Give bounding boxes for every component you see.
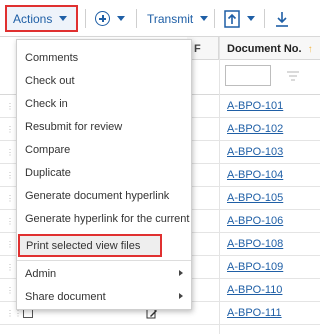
document-link[interactable]: A-BPO-109 <box>227 261 283 273</box>
document-link[interactable]: A-BPO-102 <box>227 123 283 135</box>
document-link[interactable]: A-BPO-106 <box>227 215 283 227</box>
download-button[interactable] <box>274 0 290 37</box>
menu-item-generate-document-hyperlink[interactable]: Generate document hyperlink <box>17 184 191 207</box>
document-link[interactable]: A-BPO-110 <box>227 284 282 296</box>
upload-button[interactable] <box>224 0 255 37</box>
document-link[interactable]: A-BPO-101 <box>227 100 283 112</box>
toolbar-divider <box>264 9 265 28</box>
menu-item-admin[interactable]: Admin <box>17 262 191 285</box>
document-link[interactable]: A-BPO-111 <box>227 307 282 319</box>
actions-button[interactable]: Actions <box>5 5 78 32</box>
sort-icon: ↑ <box>307 44 313 55</box>
toolbar: Actions Transmit <box>0 0 320 37</box>
chevron-down-icon <box>117 16 125 21</box>
menu-item-duplicate[interactable]: Duplicate <box>17 161 191 184</box>
toolbar-divider <box>85 9 86 28</box>
chevron-down-icon <box>200 16 209 21</box>
download-icon <box>276 11 288 27</box>
filter-icon[interactable] <box>287 71 299 81</box>
document-link[interactable]: A-BPO-108 <box>227 238 283 250</box>
add-button[interactable] <box>95 0 125 37</box>
menu-item-check-out[interactable]: Check out <box>17 69 191 92</box>
add-circle-icon <box>95 11 110 26</box>
chevron-right-icon <box>179 293 183 299</box>
menu-item-compare[interactable]: Compare <box>17 138 191 161</box>
menu-item-comments[interactable]: Comments <box>17 46 191 69</box>
share-document-label: Share document <box>25 290 106 303</box>
document-link[interactable]: A-BPO-103 <box>227 146 283 158</box>
menu-item-generate-hyperlink-current[interactable]: Generate hyperlink for the current r... <box>17 207 191 230</box>
toolbar-divider <box>214 9 215 28</box>
chevron-right-icon <box>179 270 183 276</box>
admin-label: Admin <box>25 267 57 280</box>
menu-item-check-in[interactable]: Check in <box>17 92 191 115</box>
document-no-filter-input[interactable] <box>225 65 271 86</box>
menu-item-resubmit-for-review[interactable]: Resubmit for review <box>17 115 191 138</box>
document-no-label: Document No. <box>227 43 302 55</box>
actions-menu: Comments Check out Check in Resubmit for… <box>16 39 192 310</box>
transmit-button[interactable]: Transmit <box>147 0 209 37</box>
column-header-document-no[interactable]: Document No. ↑ <box>219 37 320 60</box>
menu-item-print-selected-view-files[interactable]: Print selected view files <box>18 234 162 257</box>
transmit-label: Transmit <box>147 11 194 26</box>
chevron-down-icon <box>247 16 255 21</box>
document-link[interactable]: A-BPO-104 <box>227 169 283 181</box>
upload-icon <box>224 9 240 28</box>
toolbar-divider <box>136 9 137 28</box>
chevron-down-icon <box>59 16 68 21</box>
document-link[interactable]: A-BPO-105 <box>227 192 283 204</box>
menu-item-share-document[interactable]: Share document <box>17 285 191 308</box>
actions-label: Actions <box>13 11 53 26</box>
menu-divider <box>17 260 191 261</box>
